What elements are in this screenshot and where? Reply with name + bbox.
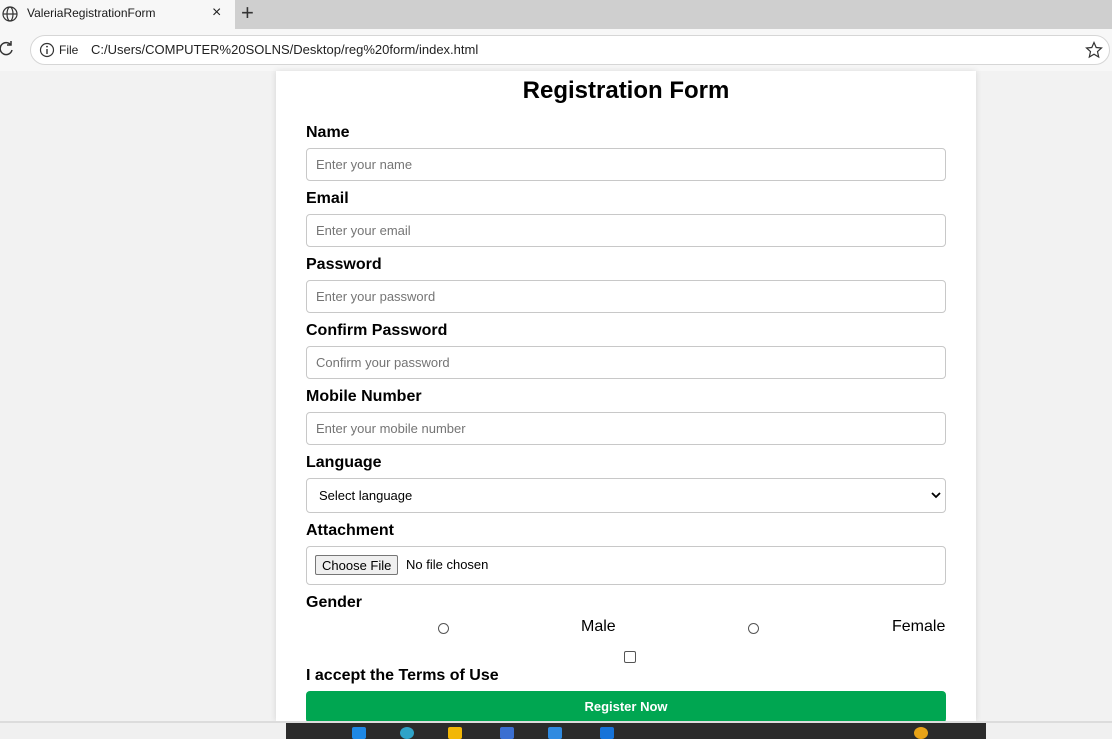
password-label: Password (306, 256, 382, 273)
url-box[interactable]: File C:/Users/COMPUTER%20SOLNS/Desktop/r… (30, 35, 1110, 65)
globe-icon (2, 6, 18, 22)
info-icon[interactable] (39, 42, 55, 58)
language-selected: Select language (319, 488, 413, 503)
language-label: Language (306, 454, 382, 471)
female-radio[interactable] (748, 623, 759, 634)
taskbar-app-icon[interactable] (914, 727, 928, 739)
password-placeholder: Enter your password (316, 289, 436, 304)
reload-icon[interactable] (0, 40, 15, 58)
mobile-input[interactable]: Enter your mobile number (306, 412, 946, 445)
confirm-password-label: Confirm Password (306, 322, 448, 339)
attachment-label: Attachment (306, 522, 395, 539)
page-content: Registration Form Name Enter your name E… (0, 71, 1112, 723)
female-label: Female (892, 618, 946, 635)
name-placeholder: Enter your name (316, 157, 413, 172)
mobile-placeholder: Enter your mobile number (316, 421, 466, 436)
register-button[interactable]: Register Now (306, 691, 946, 723)
mobile-label: Mobile Number (306, 388, 422, 405)
password-input[interactable]: Enter your password (306, 280, 946, 313)
male-radio[interactable] (438, 623, 449, 634)
new-tab-button[interactable]: + (241, 2, 254, 24)
email-label: Email (306, 190, 349, 207)
tab-title: ValeriaRegistrationForm (27, 6, 156, 20)
url-text[interactable]: C:/Users/COMPUTER%20SOLNS/Desktop/reg%20… (91, 42, 478, 57)
confirm-password-placeholder: Confirm your password (316, 355, 450, 370)
taskbar-app-icon[interactable] (500, 727, 514, 739)
no-file-text: No file chosen (406, 557, 489, 572)
terms-label: I accept the Terms of Use (306, 667, 499, 684)
taskbar-app-icon[interactable] (352, 727, 366, 739)
star-icon[interactable] (1085, 41, 1103, 59)
email-input[interactable]: Enter your email (306, 214, 946, 247)
email-placeholder: Enter your email (316, 223, 411, 238)
form-title: Registration Form (522, 77, 730, 104)
choose-file-button[interactable]: Choose File (315, 555, 399, 575)
name-label: Name (306, 124, 350, 141)
taskbar-app-icon[interactable] (600, 727, 614, 739)
taskbar-browser-icon[interactable] (400, 727, 414, 739)
attachment-input: Choose File No file chosen (306, 546, 946, 585)
browser-tab[interactable]: ValeriaRegistrationForm × (0, 0, 235, 29)
tab-bar: ValeriaRegistrationForm × + (0, 0, 1112, 29)
language-select[interactable]: Select language (306, 478, 946, 513)
confirm-password-input[interactable]: Confirm your password (306, 346, 946, 379)
taskbar-app-icon[interactable] (548, 727, 562, 739)
taskbar-apps (286, 723, 986, 739)
terms-checkbox[interactable] (624, 651, 636, 663)
form-card: Registration Form Name Enter your name E… (276, 71, 976, 723)
taskbar-folder-icon[interactable] (448, 727, 462, 739)
file-label: File (59, 43, 79, 57)
address-bar: File C:/Users/COMPUTER%20SOLNS/Desktop/r… (0, 29, 1112, 71)
gender-label: Gender (306, 594, 363, 611)
male-label: Male (581, 618, 616, 635)
name-input[interactable]: Enter your name (306, 148, 946, 181)
chevron-down-icon (931, 492, 941, 499)
close-tab-icon[interactable]: × (212, 4, 221, 22)
